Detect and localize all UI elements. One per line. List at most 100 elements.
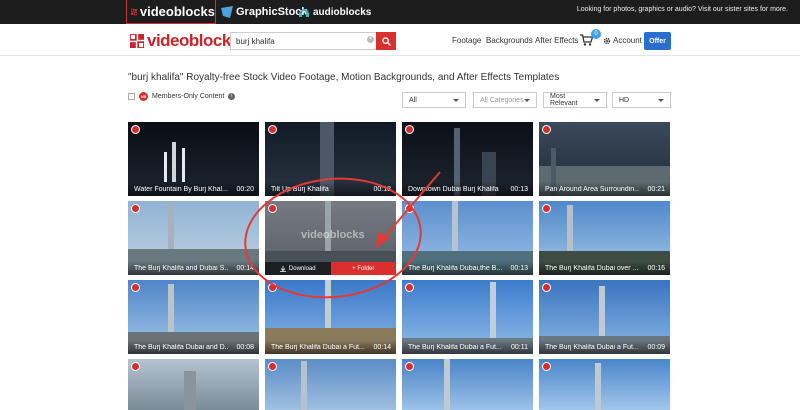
audioblocks-site-label: audioblocks <box>313 6 372 18</box>
members-only-badge-icon <box>268 362 277 371</box>
clip-thumbnail <box>402 359 533 410</box>
clip-tile[interactable]: Tilt Up Burj Khalifa 00:18 <box>265 122 396 196</box>
chevron-down-icon <box>524 98 530 102</box>
site-logo[interactable]: videoblocks <box>130 31 240 51</box>
clip-tile[interactable]: The Burj Khalifa Dubai a Fut... 00:11 <box>402 280 533 354</box>
license-select[interactable]: All <box>402 92 466 108</box>
info-icon[interactable]: i <box>228 93 236 100</box>
clip-title: The Burj Khalifa Dubai over ... <box>545 265 639 272</box>
videoblocks-site-label: videoblocks <box>139 4 215 19</box>
category-select[interactable]: All Categories <box>473 92 537 108</box>
members-only-filter[interactable]: VB Members-Only Content i <box>128 92 236 101</box>
members-only-badge-icon <box>542 283 551 292</box>
clip-title: Water Fountain By Burj Khal... <box>134 186 228 193</box>
graphicstock-site-label: GraphicStock <box>236 6 308 18</box>
account-menu[interactable]: Account <box>603 36 642 45</box>
download-button[interactable]: Download <box>265 262 331 275</box>
nav-footage[interactable]: Footage <box>452 36 481 45</box>
sister-sites-tagline: Looking for photos, graphics or audio? V… <box>576 6 788 13</box>
clip-title: Downtown Dubai Burj Khalifa <box>408 186 499 193</box>
clip-tile[interactable]: The Burj Khalifa and Dubai S... 00:14 <box>128 201 259 275</box>
clip-tile[interactable]: Water Fountain By Burj Khal... 00:20 <box>128 122 259 196</box>
clip-thumbnail <box>265 359 396 410</box>
offer-button[interactable]: Offer <box>644 32 671 50</box>
clip-title: Tilt Up Burj Khalifa <box>271 186 329 193</box>
main-header: videoblocks × Footage Backgrounds After … <box>0 24 800 56</box>
clip-tile-hovered[interactable]: videoblocks Download + Folder <box>265 201 396 275</box>
members-only-badge-icon <box>405 125 414 134</box>
cart-count-badge: 0 <box>591 29 601 39</box>
clip-duration: 00:13 <box>510 186 528 193</box>
graphicstock-site-link[interactable]: GraphicStock <box>221 0 308 24</box>
search-button[interactable] <box>376 32 396 50</box>
nav-backgrounds[interactable]: Backgrounds <box>486 36 533 45</box>
license-select-value: All <box>409 96 417 104</box>
clip-duration: 00:20 <box>236 186 254 193</box>
tower-silhouette <box>595 363 601 410</box>
clip-duration: 00:16 <box>647 265 665 272</box>
clip-title: The Burj Khalifa Dubai a Fut... <box>271 344 365 351</box>
fountain-jet <box>164 152 167 182</box>
clip-tile[interactable] <box>265 359 396 410</box>
members-only-badge-icon <box>405 283 414 292</box>
clip-tile[interactable] <box>402 359 533 410</box>
members-only-badge-icon <box>131 204 140 213</box>
chevron-down-icon <box>658 98 664 102</box>
clip-tile[interactable] <box>128 359 259 410</box>
clip-tile[interactable]: The Burj Khalifa Dubai a Fut... 00:14 <box>265 280 396 354</box>
clip-title: The Burj Khalifa Dubai and D... <box>134 344 228 351</box>
members-only-badge-icon <box>542 362 551 371</box>
download-icon <box>279 265 286 272</box>
clip-duration: 00:18 <box>373 186 391 193</box>
sister-sites-bar: videoblocks GraphicStock audioblocks Loo… <box>0 0 800 24</box>
clip-duration: 00:21 <box>647 186 665 193</box>
clip-tile[interactable] <box>539 359 670 410</box>
sort-select-value: Most Relevant <box>550 93 578 107</box>
headphones-icon <box>299 9 309 17</box>
clip-title: The Burj Khalifa Dubai,the B... <box>408 265 502 272</box>
chevron-down-icon <box>453 98 459 102</box>
videoblocks-logo-icon <box>130 34 144 48</box>
clip-tile[interactable]: The Burj Khalifa Dubai over ... 00:16 <box>539 201 670 275</box>
audioblocks-site-link[interactable]: audioblocks <box>298 0 371 24</box>
clip-duration: 00:13 <box>510 265 528 272</box>
account-label: Account <box>613 36 642 45</box>
members-only-badge-icon <box>131 283 140 292</box>
clip-title: Pan Around Area Surroundin... <box>545 186 639 193</box>
clip-tile[interactable]: The Burj Khalifa Dubai a Fut... 00:09 <box>539 280 670 354</box>
videoblocks-site-link[interactable]: videoblocks <box>126 0 216 24</box>
sort-select[interactable]: Most Relevant <box>543 92 607 108</box>
category-select-value: All Categories <box>480 96 524 104</box>
download-label: Download <box>288 265 316 272</box>
members-only-badge-icon <box>268 125 277 134</box>
clip-duration: 00:14 <box>236 265 254 272</box>
annotation-overlay <box>244 171 441 299</box>
search-input[interactable] <box>230 32 376 50</box>
clip-title: The Burj Khalifa Dubai a Fut... <box>408 344 502 351</box>
clip-thumbnail <box>539 359 670 410</box>
nav-after-effects[interactable]: After Effects <box>535 36 578 45</box>
members-only-badge-icon <box>405 362 414 371</box>
add-to-folder-button[interactable]: + Folder <box>330 262 396 275</box>
tower-silhouette <box>444 359 450 410</box>
clip-tile[interactable]: Downtown Dubai Burj Khalifa 00:13 <box>402 122 533 196</box>
clip-duration: 00:09 <box>647 344 665 351</box>
videoblocks-logo-icon <box>131 8 137 15</box>
watermark-text: videoblocks <box>301 229 365 241</box>
members-only-badge-icon <box>542 204 551 213</box>
clip-tile[interactable]: The Burj Khalifa Dubai and D... 00:08 <box>128 280 259 354</box>
fountain-jet <box>182 148 185 182</box>
fountain-jet <box>172 142 176 182</box>
search-icon <box>381 36 391 46</box>
clip-tile[interactable]: Pan Around Area Surroundin... 00:21 <box>539 122 670 196</box>
members-only-badge-icon <box>268 204 277 213</box>
clip-tile[interactable]: The Burj Khalifa Dubai,the B... 00:13 <box>402 201 533 275</box>
page-title: "burj khalifa" Royalty-free Stock Video … <box>128 72 560 83</box>
clip-duration: 00:11 <box>511 344 528 351</box>
members-only-checkbox[interactable] <box>128 93 135 100</box>
resolution-select[interactable]: HD <box>612 92 671 108</box>
members-only-badge-icon <box>268 283 277 292</box>
members-only-badge-icon <box>405 204 414 213</box>
clear-search-icon[interactable]: × <box>367 36 374 43</box>
members-only-badge-icon <box>542 125 551 134</box>
